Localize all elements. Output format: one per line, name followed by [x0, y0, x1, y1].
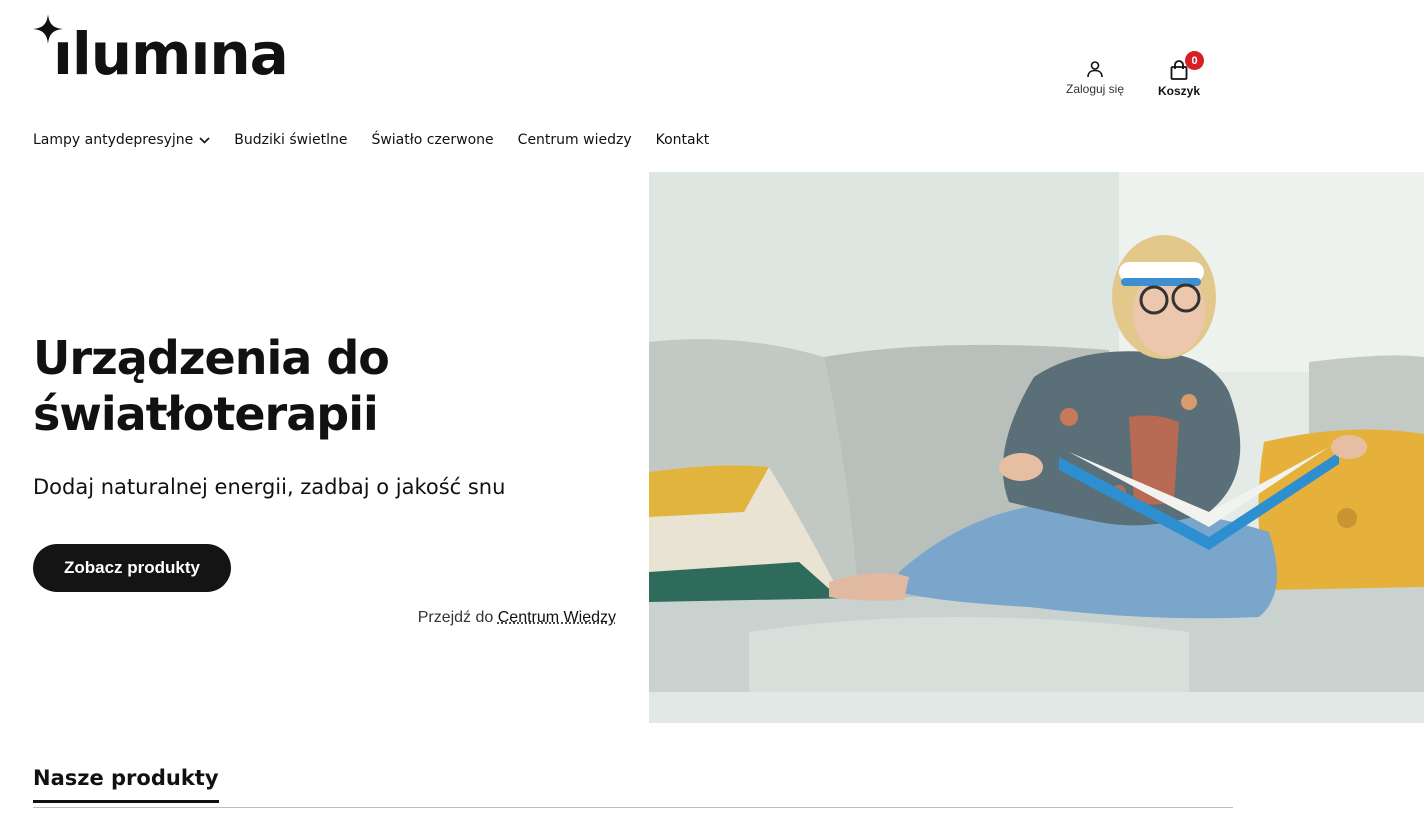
- logo-text: ılumına: [53, 20, 289, 88]
- see-products-button[interactable]: Zobacz produkty: [33, 544, 231, 592]
- hero-subtitle: Dodaj naturalnej energii, zadbaj o jakoś…: [33, 475, 506, 499]
- cart-button[interactable]: 0 Koszyk: [1152, 51, 1206, 98]
- cart-label: Koszyk: [1157, 84, 1201, 98]
- nav-item-budziki[interactable]: Budziki świetlne: [234, 132, 347, 148]
- site-header: ılumına Zaloguj się 0 Koszyk Lampy antyd…: [0, 0, 1424, 172]
- hero-title-line1: Urządzenia do: [33, 331, 390, 385]
- nav-item-label: Kontakt: [655, 132, 710, 148]
- cart-count-badge: 0: [1185, 51, 1204, 70]
- nav-item-label: Lampy antydepresyjne: [33, 132, 194, 148]
- kb-prefix: Przejdź do: [417, 609, 494, 626]
- nav-item-label: Budziki świetlne: [234, 132, 348, 148]
- nav-item-swiatlo-czerwone[interactable]: Światło czerwone: [371, 132, 493, 148]
- login-label: Zaloguj się: [1065, 82, 1125, 96]
- hero-title-line2: światłoterapii: [33, 387, 379, 441]
- nav-item-label: Centrum wiedzy: [517, 132, 632, 148]
- user-icon: [1087, 61, 1103, 78]
- knowledge-center-link[interactable]: Centrum Wiedzy: [498, 609, 616, 626]
- nav-item-lampy[interactable]: Lampy antydepresyjne: [33, 132, 210, 148]
- nav-item-label: Światło czerwone: [371, 132, 494, 148]
- chevron-down-icon: [199, 136, 210, 144]
- knowledge-center-link-row: Przejdź do Centrum Wiedzy: [418, 609, 616, 627]
- login-link[interactable]: Zaloguj się: [1062, 60, 1128, 96]
- nav-item-centrum-wiedzy[interactable]: Centrum wiedzy: [518, 132, 632, 148]
- hero-text: Urządzenia do światłoterapii Dodaj natur…: [33, 172, 633, 723]
- hero-image: [649, 172, 1424, 723]
- brand-logo[interactable]: ılumına: [33, 14, 293, 84]
- products-section: Nasze produkty: [33, 766, 1233, 808]
- hero-photo-illustration: [649, 172, 1424, 723]
- products-section-title: Nasze produkty: [33, 766, 219, 803]
- nav-item-kontakt[interactable]: Kontakt: [656, 132, 710, 148]
- hero-title: Urządzenia do światłoterapii: [33, 330, 390, 442]
- main-nav: Lampy antydepresyjne Budziki świetlne Św…: [33, 132, 709, 148]
